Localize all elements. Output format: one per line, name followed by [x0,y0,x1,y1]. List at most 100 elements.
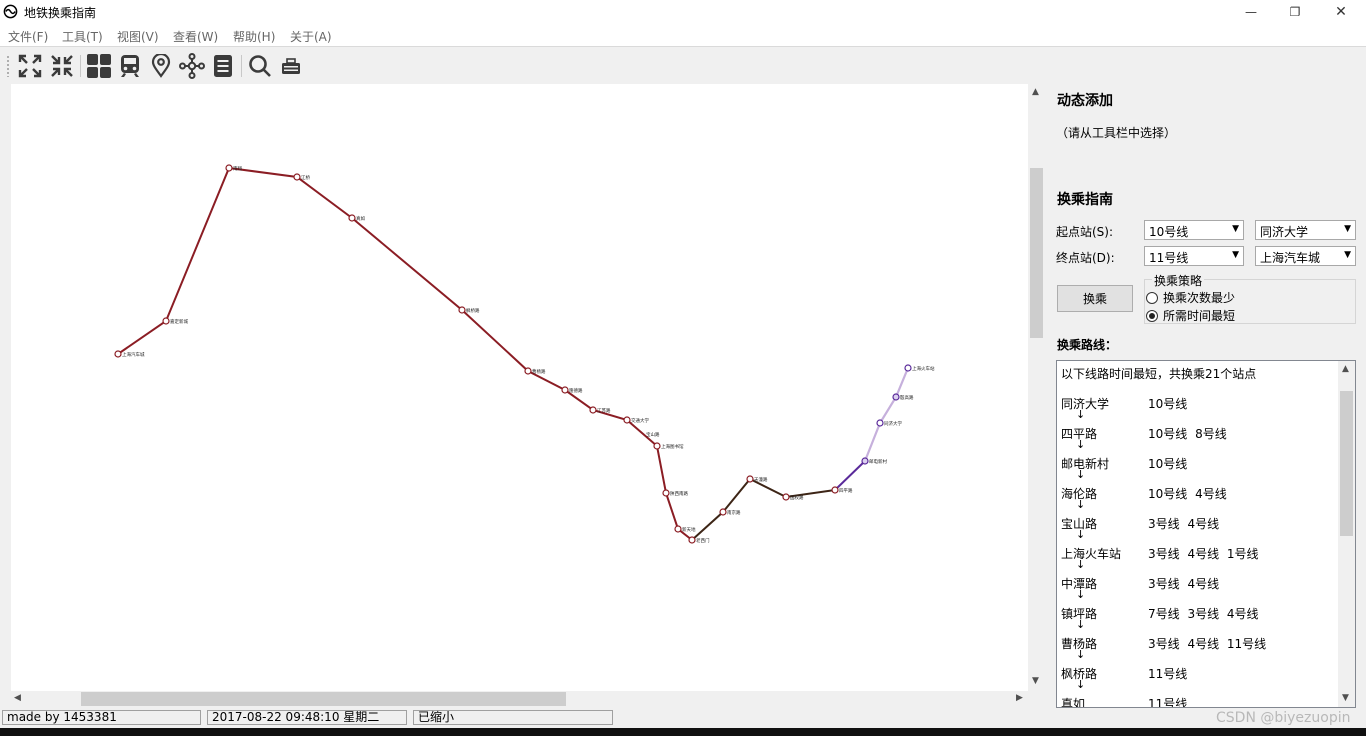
radio-shortest-time[interactable] [1146,309,1158,322]
station-node[interactable] [293,173,301,181]
station-node[interactable] [623,416,631,424]
route-list-scroll-thumb[interactable] [1340,391,1353,536]
grid-icon [87,54,111,78]
route-station-lines: 10号线 4号线 [1148,487,1227,501]
restore-button[interactable]: ❐ [1272,0,1318,24]
chevron-down-icon: ▼ [1232,250,1239,260]
route-station-lines: 3号线 4号线 [1148,517,1220,531]
end-station-select[interactable]: 上海汽车城 ▼ [1255,246,1356,266]
station-node[interactable] [561,386,569,394]
station-label: 新天地 [682,526,696,533]
metro-line-segment[interactable] [834,460,866,491]
map-horizontal-scrollbar[interactable]: ◀ ▶ [11,691,1028,707]
route-arrow-icon: ↓ [1076,678,1086,691]
station-list-button[interactable] [210,53,236,79]
route-station-name: 真如 [1061,697,1086,708]
tools-button[interactable] [278,53,304,79]
map-horizontal-scroll-thumb[interactable] [81,692,566,706]
strategy-shortest-time[interactable]: 所需时间最短 [1146,307,1235,324]
station-node[interactable] [904,364,912,372]
station-node[interactable] [589,406,597,414]
map-vertical-scroll-thumb[interactable] [1030,168,1043,338]
station-node[interactable] [348,214,356,222]
radio-fewest-transfers[interactable] [1146,291,1158,304]
shrink-icon [51,55,73,77]
station-label: 宝山路 [646,431,660,438]
scroll-down-icon[interactable]: ▼ [1342,693,1349,703]
route-station-lines: 10号线 8号线 [1148,427,1227,441]
menu-file[interactable]: 文件(F) [8,28,48,45]
route-station-lines: 11号线 [1148,697,1188,708]
station-node[interactable] [225,164,233,172]
route-step: 上海火车站 3号线 4号线 1号线 ↓ [1061,545,1341,575]
search-button[interactable] [247,53,273,79]
scroll-up-icon[interactable]: ▲ [1032,87,1039,97]
close-icon: ✕ [1335,4,1347,20]
station-node[interactable] [746,475,754,483]
station-node[interactable] [719,508,727,516]
strategy-fewest-transfers[interactable]: 换乘次数最少 [1146,289,1235,306]
metro-line-segment[interactable] [863,367,910,462]
scroll-down-icon[interactable]: ▼ [1032,676,1039,686]
metro-line-segment[interactable] [691,477,836,541]
add-line-button[interactable] [117,53,143,79]
scroll-left-icon[interactable]: ◀ [14,693,21,703]
route-station-name: 上海火车站 [1061,547,1122,561]
station-node[interactable] [674,525,682,533]
station-node[interactable] [876,419,884,427]
menu-view[interactable]: 视图(V) [117,28,159,45]
station-label: 江苏路 [597,407,611,414]
station-node[interactable] [524,367,532,375]
map-vertical-scrollbar[interactable]: ▲ ▼ [1028,84,1045,691]
station-node[interactable] [162,317,170,325]
grid-view-button[interactable] [86,53,112,79]
map-canvas[interactable]: 上海汽车城 嘉定新城 南翔 江桥 真如 枫桥路 曹杨路 隆德路 江苏路 交通大学 上海图书馆 陕西南路… [11,84,1028,691]
end-line-select[interactable]: 11号线 ▼ [1144,246,1244,266]
station-node[interactable] [861,457,869,465]
start-station-label: 起点站(S): [1056,225,1114,239]
status-datetime: 2017-08-22 09:48:10 星期二 [207,710,407,725]
menu-look[interactable]: 查看(W) [173,28,218,45]
metro-map[interactable]: 上海汽车城 嘉定新城 南翔江桥真如枫桥路曹杨路隆德路江苏路交通大学上海图书馆陕西南路… [11,84,1028,691]
start-station-select[interactable]: 同济大学 ▼ [1255,220,1356,240]
route-station-lines: 3号线 4号线 [1148,577,1220,591]
station-label: 曹杨路 [532,368,546,375]
station-node[interactable] [662,489,670,497]
metro-line-segment[interactable] [117,166,693,541]
add-station-button[interactable] [148,53,174,79]
scroll-right-icon[interactable]: ▶ [1016,693,1023,703]
station-node[interactable] [114,350,122,358]
station-node[interactable] [782,493,790,501]
station-node[interactable] [831,486,839,494]
add-connection-button[interactable] [179,53,205,79]
station-label: 上海图书馆 [661,443,684,450]
zoom-out-button[interactable] [49,53,75,79]
minimize-button[interactable]: — [1228,0,1274,24]
watermark: CSDN @biyezuopin [1216,710,1351,726]
station-label: 南翔 [233,165,242,172]
dynamic-add-hint: （请从工具栏中选择） [1056,126,1177,140]
station-label: 江桥 [301,174,310,181]
app-window: 地铁换乘指南 — ❐ ✕ 文件(F) 工具(T) 视图(V) 查看(W) 帮助(… [0,0,1366,736]
route-arrow-icon: ↓ [1076,408,1086,421]
transfer-button[interactable]: 换乘 [1057,285,1133,312]
route-list[interactable]: 以下线路时间最短，共换乘21个站点 同济大学 10号线 ↓ 四平路 10号线 8号线 ↓ 邮… [1056,360,1356,708]
menu-help[interactable]: 帮助(H) [233,28,275,45]
start-line-select[interactable]: 10号线 ▼ [1144,220,1244,240]
expand-icon [18,54,42,78]
station-node[interactable] [688,536,696,544]
toolbar-grip[interactable] [6,55,10,77]
menu-tools[interactable]: 工具(T) [62,28,103,45]
status-bar: made by 1453381 2017-08-22 09:48:10 星期二 … [0,708,1366,728]
station-node[interactable] [458,306,466,314]
chevron-down-icon: ▼ [1344,250,1351,260]
status-author: made by 1453381 [2,710,201,725]
station-node[interactable] [892,393,900,401]
strategy-group-title: 换乘策略 [1152,272,1205,289]
close-button[interactable]: ✕ [1318,0,1364,24]
menu-about[interactable]: 关于(A) [290,28,332,45]
scroll-up-icon[interactable]: ▲ [1342,364,1349,374]
zoom-in-button[interactable] [17,53,43,79]
station-node[interactable] [653,442,661,450]
route-list-scrollbar[interactable]: ▲ ▼ [1338,361,1355,707]
